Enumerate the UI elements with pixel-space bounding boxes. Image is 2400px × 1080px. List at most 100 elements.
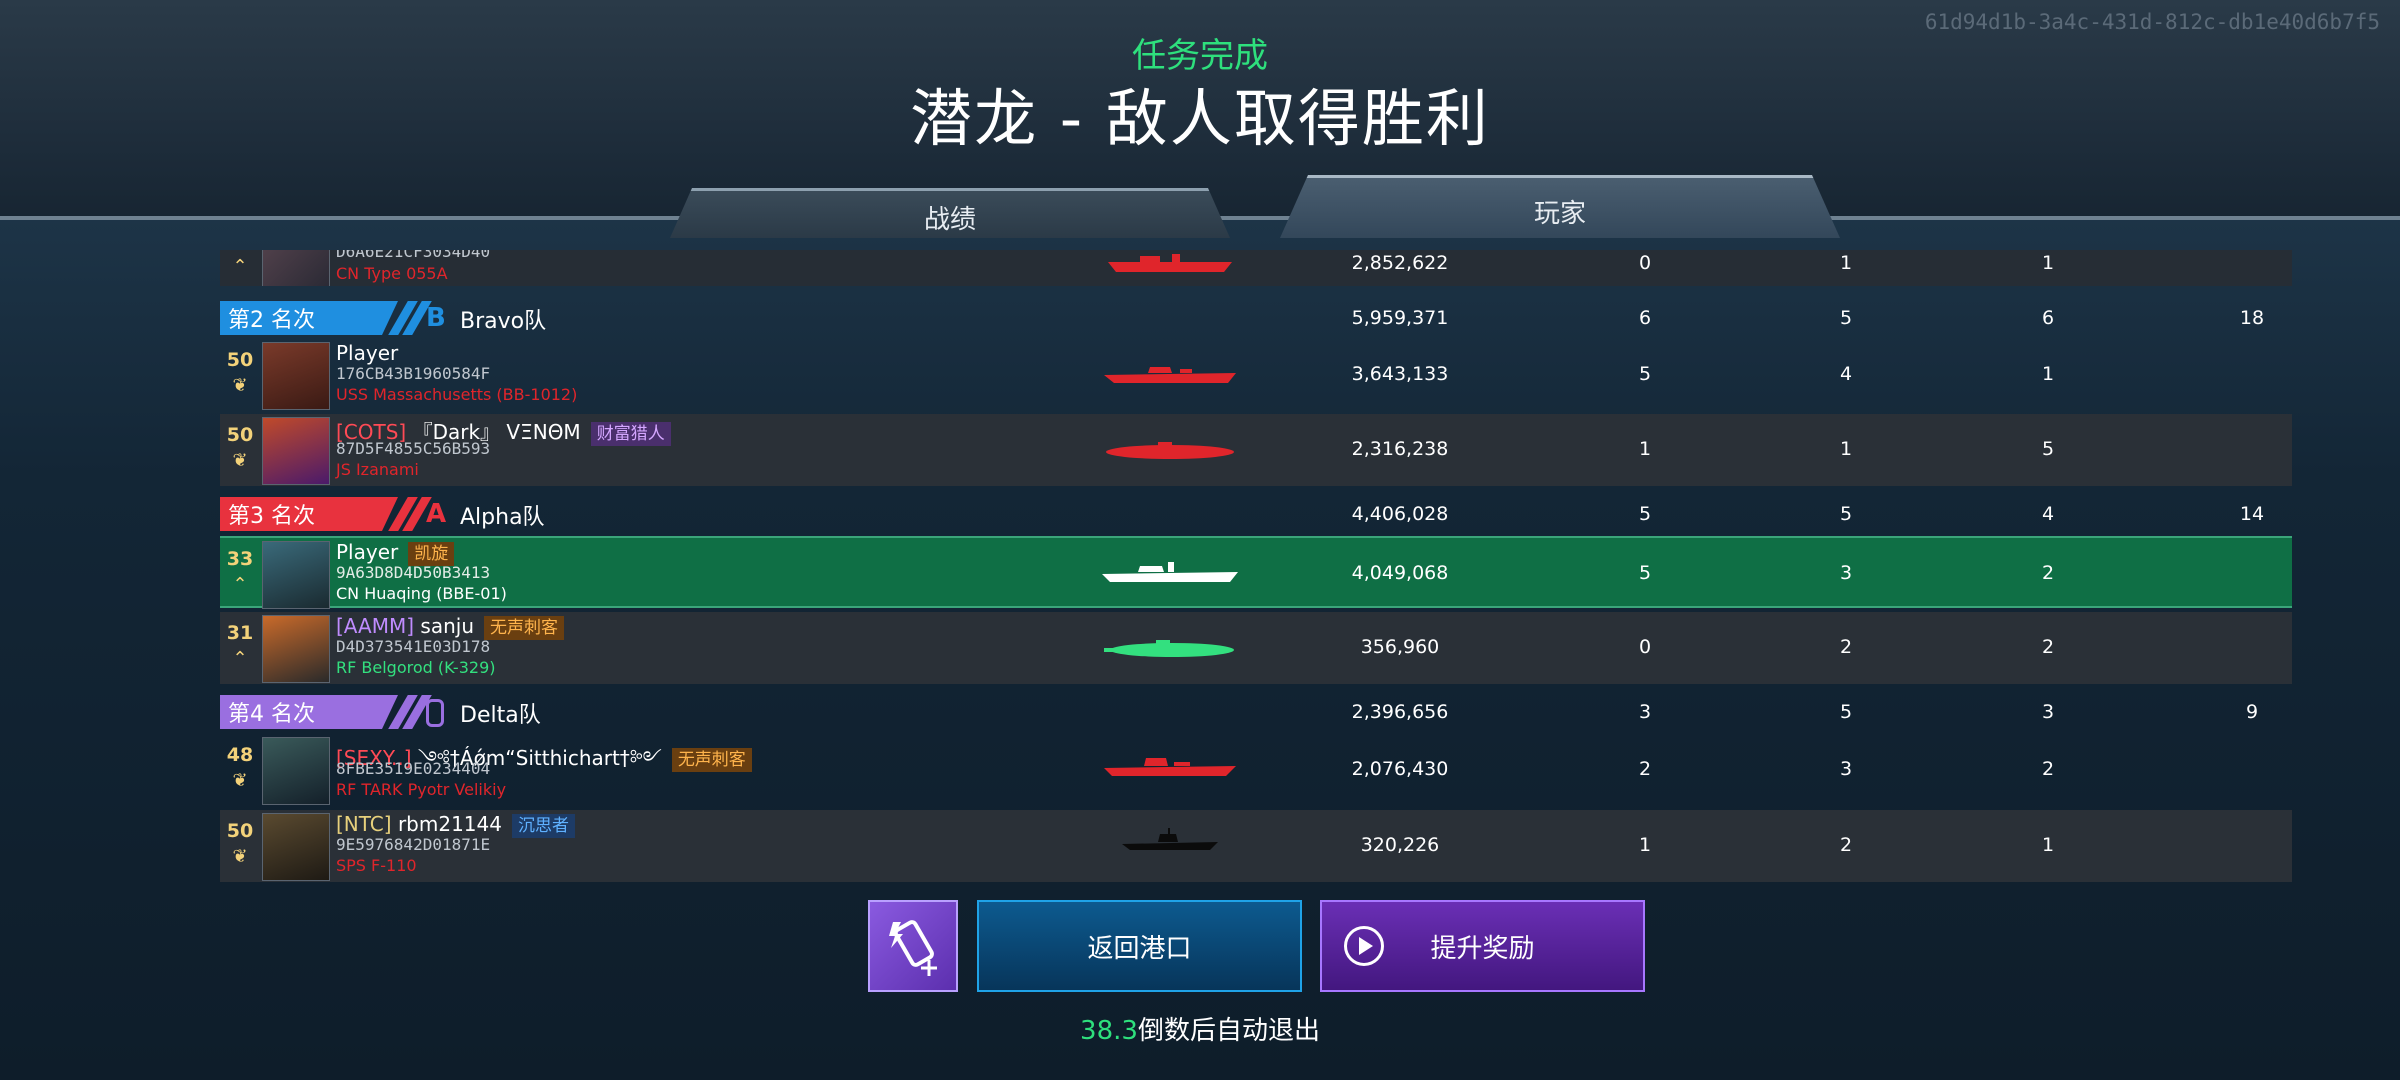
tab-players[interactable]: 玩家 xyxy=(1280,175,1840,238)
team-score: 2,396,656 xyxy=(1351,701,1449,723)
stat-a: 1 xyxy=(1638,834,1652,856)
score: 3,643,133 xyxy=(1351,363,1449,385)
score: 356,960 xyxy=(1360,636,1440,658)
title-badge: 财富猎人 xyxy=(590,421,671,446)
player-level: 31 xyxy=(226,622,254,644)
team-header-alpha: 第3 名次 A Alpha队 4,406,028 5 5 4 14 xyxy=(220,493,2292,535)
team-name: Delta队 xyxy=(460,703,541,728)
stat-a: 5 xyxy=(1638,562,1652,584)
team-stat-b: 5 xyxy=(1839,307,1853,329)
title-badge: 沉思者 xyxy=(511,813,575,838)
stat-c: 2 xyxy=(2041,636,2055,658)
table-row[interactable]: 50 ❦ [COTS] 『Dark』 VΞNΘM 财富猎人 87D5F4855C5… xyxy=(220,414,2292,486)
avatar[interactable] xyxy=(262,615,330,683)
table-row[interactable]: 50 ❦ Player 176CB43B1960584F USS Massach… xyxy=(220,339,2292,411)
score: 4,049,068 xyxy=(1351,562,1449,584)
team-name: Alpha队 xyxy=(460,505,545,530)
avatar[interactable] xyxy=(262,737,330,805)
return-port-label: 返回港口 xyxy=(1087,933,1192,964)
clan-tag: [AAMM] xyxy=(336,614,415,638)
clan-tag: [NTC] xyxy=(336,812,392,836)
team-stat-a: 6 xyxy=(1638,307,1652,329)
team-stat-d: 18 xyxy=(2239,307,2265,329)
carrier-silhouette-icon xyxy=(1102,562,1238,582)
team-stat-b: 5 xyxy=(1839,503,1853,525)
results-table[interactable]: ⌃ D6A6E21CF3034D40 CN Type 055A 2,852,62… xyxy=(220,250,2292,882)
rank-chevron-icon: ⌃ xyxy=(232,256,248,277)
stat-c: 2 xyxy=(2041,758,2055,780)
score: 2,316,238 xyxy=(1351,438,1449,460)
battleship-silhouette-icon xyxy=(1104,367,1236,383)
score: 2,076,430 xyxy=(1351,758,1449,780)
player-id: 9A63D8D4D50B3413 xyxy=(336,563,491,582)
team-d-icon xyxy=(426,699,444,727)
stat-b: 4 xyxy=(1839,363,1853,385)
table-row-self[interactable]: 33 ⌃ Player 凯旋 9A63D8D4D50B3413 CN Huaqin… xyxy=(220,536,2292,609)
team-a-icon: A xyxy=(426,499,447,529)
table-row[interactable]: 48 ❦ [SEXY..] ༺†Áǿm“Sitthichart†༻ 无声刺客 8F… xyxy=(220,734,2292,806)
team-stat-c: 6 xyxy=(2041,307,2055,329)
stat-a: 5 xyxy=(1638,363,1652,385)
player-level: 33 xyxy=(226,548,254,570)
avatar[interactable] xyxy=(262,417,330,485)
stat-a: 0 xyxy=(1638,636,1652,658)
boost-reward-button[interactable]: 提升奖励 xyxy=(1320,900,1645,992)
player-name: [AAMM] sanju 无声刺客 xyxy=(336,614,564,640)
player-name: Player xyxy=(336,341,398,365)
avatar[interactable] xyxy=(262,342,330,410)
rank-wings-icon: ❦ xyxy=(232,450,248,471)
cruiser-silhouette-icon xyxy=(1104,758,1236,776)
rank-wings-icon: ❦ xyxy=(232,770,248,791)
stat-b: 2 xyxy=(1839,636,1853,658)
stat-b: 1 xyxy=(1839,252,1853,274)
countdown-text: 倒数后自动退出 xyxy=(1137,1016,1320,1046)
stat-c: 5 xyxy=(2041,438,2055,460)
countdown-seconds: 38.3 xyxy=(1080,1016,1138,1046)
title-badge: 无声刺客 xyxy=(671,747,752,772)
boost-item-button[interactable] xyxy=(868,900,958,992)
team-header-delta: 第4 名次 Delta队 2,396,656 3 5 3 9 xyxy=(220,691,2292,733)
submarine-silhouette-icon xyxy=(1106,442,1234,459)
tab-stats[interactable]: 战绩 xyxy=(670,188,1230,238)
table-row[interactable]: 31 ⌃ [AAMM] sanju 无声刺客 D4D373541E03D178 R… xyxy=(220,612,2292,684)
team-stat-a: 3 xyxy=(1638,701,1652,723)
table-row[interactable]: 50 ❦ [NTC] rbm21144 沉思者 9E5976842D01871E … xyxy=(220,810,2292,882)
stat-c: 1 xyxy=(2041,363,2055,385)
page-title: 潜龙 - 敌人取得胜利 xyxy=(910,82,1490,155)
team-header-bravo: 第2 名次 B Bravo队 5,959,371 6 5 6 18 xyxy=(220,297,2292,339)
boost-reward-label: 提升奖励 xyxy=(1430,933,1535,964)
player-id: 9E5976842D01871E xyxy=(336,835,491,854)
stat-a: 1 xyxy=(1638,438,1652,460)
player-ship: RF Belgorod (K-329) xyxy=(336,658,496,677)
auto-exit-countdown: 38.3倒数后自动退出 xyxy=(0,1010,2400,1047)
player-ship: USS Massachusetts (BB-1012) xyxy=(336,385,578,404)
team-score: 5,959,371 xyxy=(1351,307,1449,329)
player-level: 50 xyxy=(226,424,254,446)
score: 320,226 xyxy=(1360,834,1440,856)
player-id: 8FBE3519E0234404 xyxy=(336,759,491,778)
team-b-icon: B xyxy=(426,303,446,333)
player-ship: JS Izanami xyxy=(336,460,419,479)
battery-boost-icon xyxy=(889,920,937,976)
rank-chevron-icon: ⌃ xyxy=(232,648,248,669)
rank-wings-icon: ❦ xyxy=(232,375,248,396)
team-stat-b: 5 xyxy=(1839,701,1853,723)
rank-badge: 第2 名次 xyxy=(220,301,398,335)
rank-badge: 第4 名次 xyxy=(220,695,398,729)
stat-b: 3 xyxy=(1839,758,1853,780)
player-level: 50 xyxy=(226,349,254,371)
tab-players-label: 玩家 xyxy=(1533,198,1586,229)
return-port-button[interactable]: 返回港口 xyxy=(977,900,1302,992)
stat-c: 2 xyxy=(2041,562,2055,584)
stat-c: 1 xyxy=(2041,252,2055,274)
player-name-text: Player xyxy=(336,540,399,564)
score: 2,852,622 xyxy=(1351,252,1449,274)
team-stat-d: 9 xyxy=(2245,701,2259,723)
avatar[interactable] xyxy=(262,541,330,609)
stat-a: 2 xyxy=(1638,758,1652,780)
team-name: Bravo队 xyxy=(460,309,547,334)
avatar[interactable] xyxy=(262,813,330,881)
submarine-silhouette-icon xyxy=(1104,640,1234,657)
play-icon xyxy=(1344,926,1384,966)
player-ship: SPS F-110 xyxy=(336,856,417,875)
